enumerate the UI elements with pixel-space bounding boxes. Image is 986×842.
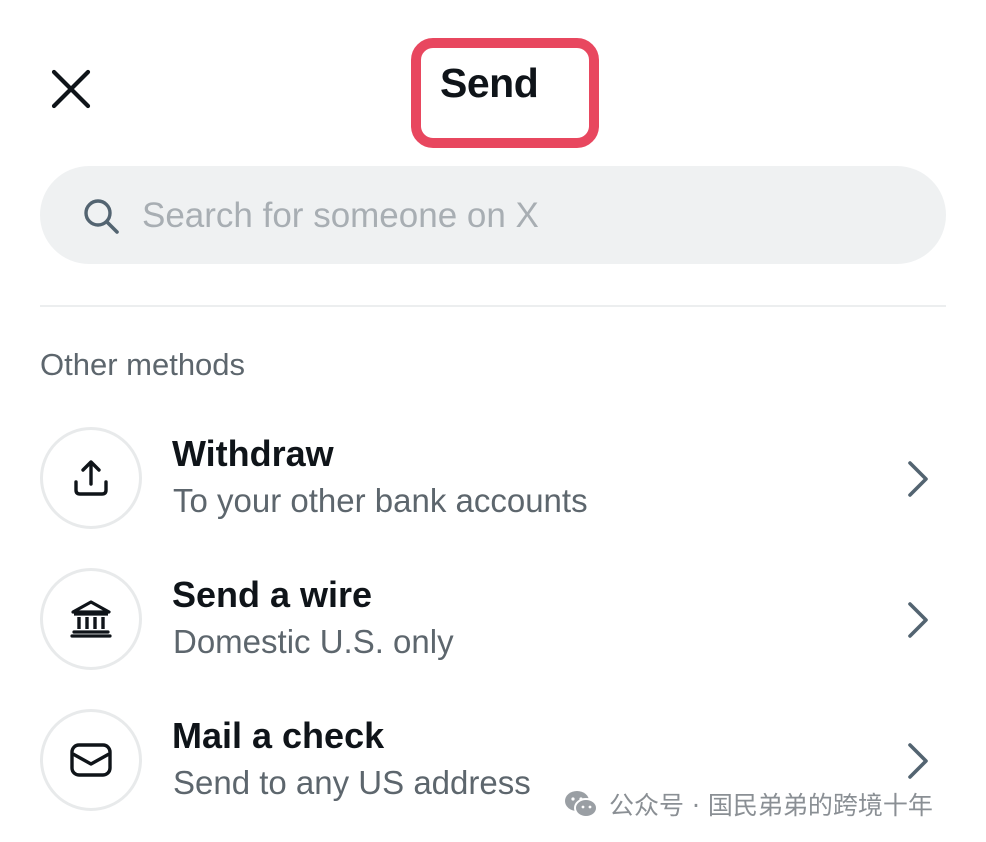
method-send-wire[interactable]: Send a wire Domestic U.S. only — [0, 568, 986, 678]
envelope-icon — [70, 743, 112, 777]
method-label: Send a wire — [172, 574, 373, 615]
icon-circle — [40, 709, 142, 811]
chevron-right-icon — [908, 602, 928, 638]
send-screen: Send Other methods Withdraw To your othe… — [0, 0, 986, 842]
page-title: Send — [440, 60, 539, 106]
search-icon — [84, 199, 119, 234]
chevron-right-icon — [908, 743, 928, 779]
method-sublabel: Send to any US address — [173, 764, 531, 801]
wechat-icon — [565, 791, 598, 818]
method-label: Mail a check — [172, 715, 385, 756]
search-input[interactable] — [142, 186, 902, 246]
chevron-right-icon — [908, 461, 928, 497]
watermark-text: 公众号 · 国民弟弟的跨境十年 — [609, 791, 933, 820]
method-withdraw[interactable]: Withdraw To your other bank accounts — [0, 427, 986, 537]
bank-icon — [70, 600, 112, 638]
icon-circle — [40, 568, 142, 670]
watermark: 公众号 · 国民弟弟的跨境十年 — [563, 786, 933, 822]
icon-circle — [40, 427, 142, 529]
method-label: Withdraw — [172, 433, 334, 474]
divider — [40, 305, 946, 307]
method-sublabel: To your other bank accounts — [173, 482, 588, 519]
method-sublabel: Domestic U.S. only — [173, 623, 454, 660]
section-heading: Other methods — [40, 347, 246, 382]
close-icon — [51, 69, 91, 109]
upload-icon — [74, 460, 108, 496]
close-button[interactable] — [46, 64, 96, 114]
